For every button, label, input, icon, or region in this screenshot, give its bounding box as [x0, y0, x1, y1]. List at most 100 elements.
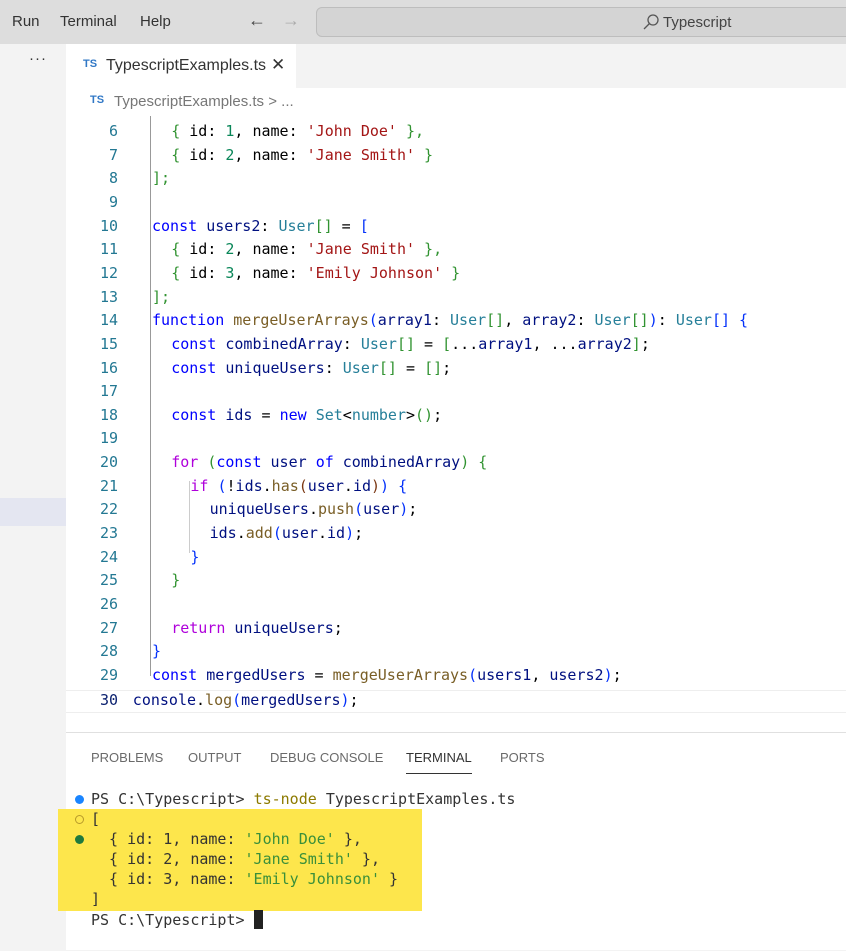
code-token: :: [657, 311, 676, 330]
line-number: 11: [99, 240, 118, 259]
code-token: users1: [477, 665, 532, 684]
code-line[interactable]: 22 uniqueUsers.push(user);: [66, 500, 846, 524]
code-line[interactable]: 6 { id: 1, name: 'John Doe' },: [66, 122, 846, 146]
code-line[interactable]: 15 const combinedArray: User[] = [...arra…: [66, 335, 846, 359]
code-text: const uniqueUsers: User[] = [];: [171, 359, 451, 377]
output-close: ]: [91, 890, 101, 908]
code-token: }: [152, 642, 162, 661]
code-token: function: [152, 311, 225, 330]
code-text: const mergedUsers = mergeUserArrays(user…: [152, 666, 622, 684]
code-line[interactable]: 14 function mergeUserArrays(array1: User[…: [66, 311, 846, 335]
code-text: if (!ids.has(user.id)) {: [190, 477, 407, 495]
code-token: user: [363, 500, 400, 519]
line-number: 20: [99, 453, 118, 472]
tab-label: TypescriptExamples.ts: [106, 57, 267, 74]
code-token: =: [305, 665, 333, 684]
code-token: :: [288, 122, 307, 140]
code-line[interactable]: 20 for (const user of combinedArray) {: [66, 453, 846, 477]
code-token: (: [232, 690, 242, 709]
code-line[interactable]: 30 console.log(mergedUsers);: [66, 689, 846, 714]
code-token: const: [171, 358, 217, 377]
code-token: mergedUsers: [206, 665, 306, 684]
line-number: 15: [99, 334, 118, 353]
code-token: :: [288, 240, 307, 259]
code-token: ;: [408, 500, 418, 519]
code-text: }: [190, 548, 199, 566]
code-token: ;: [433, 405, 443, 424]
code-token: []: [424, 358, 443, 377]
code-token: []: [486, 311, 505, 330]
code-line[interactable]: 9: [66, 193, 846, 217]
code-token: []: [378, 358, 397, 377]
code-line[interactable]: 10 const users2: User[] = [: [66, 217, 846, 241]
more-actions-icon[interactable]: ···: [29, 50, 47, 67]
code-line[interactable]: 12 { id: 3, name: 'Emily Johnson' }: [66, 264, 846, 288]
code-text: ids.add(user.id);: [210, 524, 364, 542]
code-token: (: [468, 665, 478, 684]
close-icon[interactable]: ✕: [271, 55, 285, 75]
code-token: ;: [354, 524, 364, 543]
code-token: ): [371, 476, 381, 495]
line-number: 17: [99, 382, 118, 401]
code-token: User: [342, 358, 379, 377]
arrow-left-icon[interactable]: ←: [248, 10, 266, 31]
title-bar: Run Terminal Help ← → Typescript: [0, 0, 846, 44]
code-line[interactable]: 26: [66, 595, 846, 619]
breadcrumb-rest[interactable]: > ...: [268, 93, 293, 110]
bottom-panel: PROBLEMS OUTPUT DEBUG CONSOLE TERMINAL P…: [58, 732, 846, 951]
code-text: function mergeUserArrays(array1: User[],…: [152, 311, 748, 329]
code-token: {: [171, 263, 190, 282]
menu-terminal[interactable]: Terminal: [60, 13, 117, 30]
sidebar-selected-row[interactable]: [0, 498, 66, 526]
code-line[interactable]: 11 { id: 2, name: 'Jane Smith' },: [66, 240, 846, 264]
command: ts-node: [253, 790, 317, 808]
code-line[interactable]: 16 const uniqueUsers: User[] = [];: [66, 359, 846, 383]
command-pending-icon[interactable]: [75, 815, 84, 824]
code-token: }: [415, 145, 434, 164]
code-token: =: [396, 358, 425, 377]
code-token: id: [189, 240, 208, 259]
command-center-search[interactable]: Typescript: [316, 7, 846, 37]
output-id: 3: [163, 870, 173, 888]
code-line[interactable]: 17: [66, 382, 846, 406]
code-line[interactable]: 23 ids.add(user.id);: [66, 524, 846, 548]
code-line[interactable]: 24}: [66, 548, 846, 572]
code-line[interactable]: 28}: [66, 642, 846, 666]
code-line[interactable]: 29 const mergedUsers = mergeUserArrays(us…: [66, 666, 846, 690]
output-row: { id: 1, name: 'John Doe' },: [91, 830, 362, 848]
code-line[interactable]: 27 return uniqueUsers;: [66, 619, 846, 643]
code-token: ): [345, 524, 355, 543]
terminal[interactable]: PS C:\Typescript> ts-node TypescriptExam…: [58, 733, 846, 951]
code-token: has: [271, 476, 299, 495]
code-token: {: [478, 453, 488, 472]
code-token: .: [308, 500, 318, 519]
code-token: new: [279, 405, 307, 424]
code-text: }: [171, 571, 180, 589]
menu-run[interactable]: Run: [12, 13, 40, 30]
tab-typescriptexamples[interactable]: TS TypescriptExamples.ts ✕: [66, 44, 296, 88]
code-token: ): [380, 476, 390, 495]
code-text: ];: [152, 169, 170, 187]
code-line[interactable]: 8];: [66, 169, 846, 193]
command-success-icon[interactable]: [75, 795, 84, 804]
code-line[interactable]: 13];: [66, 288, 846, 312]
menu-help[interactable]: Help: [140, 13, 171, 30]
code-token: {: [171, 145, 190, 164]
code-line[interactable]: 18 const ids = new Set<number>();: [66, 406, 846, 430]
code-line[interactable]: 19: [66, 429, 846, 453]
code-line[interactable]: 21 if (!ids.has(user.id)) {: [66, 477, 846, 501]
code-token: ,: [531, 665, 550, 684]
terminal-command-line: PS C:\Typescript> ts-node TypescriptExam…: [91, 790, 515, 808]
arrow-right-icon[interactable]: →: [282, 10, 300, 31]
code-editor[interactable]: 6 { id: 1, name: 'John Doe' }, 7 { id: 2, n…: [66, 116, 846, 721]
breadcrumb-file[interactable]: TypescriptExamples.ts > ...: [114, 93, 294, 110]
code-line[interactable]: 7 { id: 2, name: 'Jane Smith' }: [66, 146, 846, 170]
code-line[interactable]: 25}: [66, 571, 846, 595]
code-token: return: [171, 618, 226, 637]
command-marker-icon[interactable]: [75, 835, 84, 844]
line-number: 27: [99, 618, 118, 637]
code-token: ): [340, 690, 350, 709]
code-token: (): [415, 405, 434, 424]
code-token: ): [648, 311, 658, 330]
